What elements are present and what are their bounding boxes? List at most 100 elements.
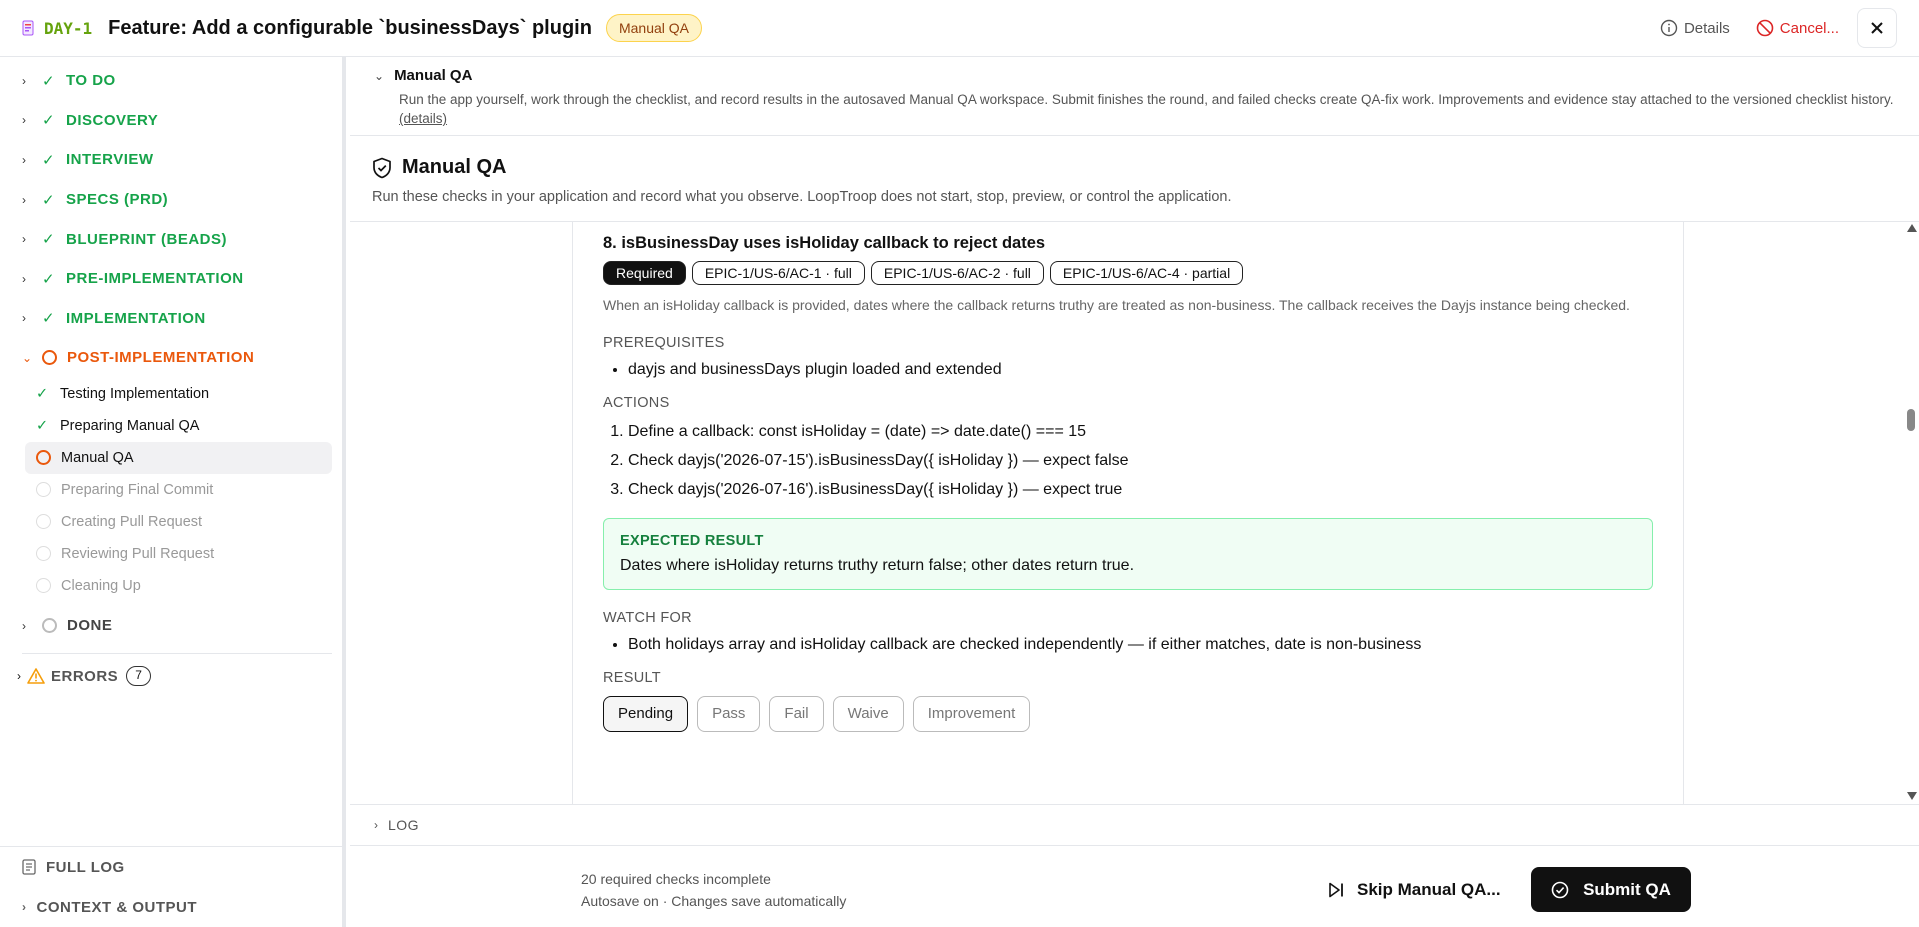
check-icon: ✓ <box>42 72 55 90</box>
chevron-right-icon: › <box>22 618 26 633</box>
chevron-down-icon: ⌄ <box>22 350 33 365</box>
phase-pre-implementation[interactable]: › ✓ PRE-IMPLEMENTATION <box>0 259 342 299</box>
check-icon: ✓ <box>36 385 49 402</box>
phase-todo[interactable]: › ✓ TO DO <box>0 61 342 101</box>
substep-label: Reviewing Pull Request <box>61 545 215 562</box>
list-item: Check dayjs('2026-07-15').isBusinessDay(… <box>628 446 1653 475</box>
check-icon: ✓ <box>42 112 55 130</box>
chevron-right-icon: › <box>22 192 26 207</box>
warning-icon <box>27 668 45 685</box>
result-improvement-button[interactable]: Improvement <box>912 696 1031 732</box>
skip-icon <box>1329 882 1343 898</box>
log-label: LOG <box>388 817 420 833</box>
phase-implementation[interactable]: › ✓ IMPLEMENTATION <box>0 299 342 339</box>
check-icon: ✓ <box>42 231 55 249</box>
phase-discovery[interactable]: › ✓ DISCOVERY <box>0 101 342 141</box>
expected-label: EXPECTED RESULT <box>620 533 764 549</box>
substep-reviewing-pr[interactable]: Reviewing Pull Request <box>25 538 332 570</box>
substep-final-commit[interactable]: Preparing Final Commit <box>25 474 332 506</box>
chevron-right-icon: › <box>22 311 26 326</box>
sidebar-bottom: FULL LOG › CONTEXT & OUTPUT <box>0 846 342 927</box>
chevron-right-icon: › <box>374 818 378 832</box>
log-toggle[interactable]: › LOG <box>350 804 1919 846</box>
watch-for-list: Both holidays array and isHoliday callba… <box>603 634 1653 656</box>
phase-post-implementation[interactable]: ⌄ POST-IMPLEMENTATION <box>0 338 342 378</box>
result-pending-button[interactable]: Pending <box>603 696 689 732</box>
substep-cleaning-up[interactable]: Cleaning Up <box>25 570 332 602</box>
scrollbar[interactable] <box>1905 222 1919 804</box>
actions-list: Define a callback: const isHoliday = (da… <box>603 417 1653 504</box>
actions-label: ACTIONS <box>603 395 670 411</box>
substep-pull-request[interactable]: Creating Pull Request <box>25 506 332 538</box>
context-output-button[interactable]: › CONTEXT & OUTPUT <box>0 887 342 927</box>
check-description: When an isHoliday callback is provided, … <box>603 297 1630 313</box>
substep-label: Manual QA <box>61 449 134 466</box>
phase-label: BLUEPRINT (BEADS) <box>66 230 227 248</box>
watch-for-label: WATCH FOR <box>603 610 692 626</box>
details-button[interactable]: Details <box>1660 19 1730 37</box>
phase-done[interactable]: › DONE <box>0 606 342 646</box>
submit-qa-button[interactable]: Submit QA <box>1531 867 1691 912</box>
qa-info-description: Run the app yourself, work through the c… <box>399 90 1919 128</box>
phase-specs[interactable]: › ✓ SPECS (PRD) <box>0 180 342 220</box>
scroll-up-arrow[interactable] <box>1907 224 1917 232</box>
errors-section[interactable]: › ERRORS 7 <box>0 654 342 698</box>
close-button[interactable] <box>1857 8 1897 48</box>
phase-label: INTERVIEW <box>66 151 154 169</box>
result-label: RESULT <box>603 670 661 686</box>
phase-label: PRE-IMPLEMENTATION <box>66 270 244 288</box>
cancel-button[interactable]: Cancel... <box>1756 19 1839 37</box>
substep-manual-qa[interactable]: Manual QA <box>25 441 332 474</box>
details-label: Details <box>1683 19 1730 37</box>
chevron-right-icon: › <box>22 73 26 88</box>
ticket-icon <box>22 20 34 36</box>
qa-section-header: Manual QA Run these checks in your appli… <box>350 136 1919 222</box>
pending-icon <box>36 482 51 498</box>
in-progress-icon <box>42 350 57 366</box>
full-log-label: FULL LOG <box>46 858 125 876</box>
substep-testing[interactable]: ✓ Testing Implementation <box>25 378 332 410</box>
chevron-right-icon: › <box>22 232 26 247</box>
chevron-down-icon: ⌄ <box>374 68 385 83</box>
in-progress-icon <box>36 450 51 466</box>
phase-label: IMPLEMENTATION <box>66 309 206 327</box>
phase-blueprint[interactable]: › ✓ BLUEPRINT (BEADS) <box>0 219 342 259</box>
check-title: 8. isBusinessDay uses isHoliday callback… <box>603 234 1046 252</box>
phase-interview[interactable]: › ✓ INTERVIEW <box>0 140 342 180</box>
skip-manual-qa-button[interactable]: Skip Manual QA... <box>1327 870 1501 910</box>
check-icon: ✓ <box>36 417 49 434</box>
scrollbar-thumb[interactable] <box>1907 409 1915 431</box>
chevron-right-icon: › <box>22 113 26 128</box>
errors-count-badge: 7 <box>126 666 151 687</box>
substep-preparing-qa[interactable]: ✓ Preparing Manual QA <box>25 410 332 442</box>
list-item: Define a callback: const isHoliday = (da… <box>628 417 1653 446</box>
chevron-right-icon: › <box>22 152 26 167</box>
details-link[interactable]: (details) <box>399 111 447 126</box>
shield-check-icon <box>373 157 391 178</box>
scroll-down-arrow[interactable] <box>1907 792 1917 800</box>
list-item: Check dayjs('2026-07-16').isBusinessDay(… <box>628 475 1653 504</box>
checklist-scroll-area[interactable]: 8. isBusinessDay uses isHoliday callback… <box>350 222 1919 804</box>
result-waive-button[interactable]: Waive <box>832 696 904 732</box>
prerequisites-list: dayjs and businessDays plugin loaded and… <box>603 359 1653 381</box>
check-icon: ✓ <box>42 151 55 169</box>
result-pass-button[interactable]: Pass <box>697 696 761 732</box>
page-title: Feature: Add a configurable `businessDay… <box>108 16 592 39</box>
cancel-label: Cancel... <box>1779 19 1839 37</box>
footer-status: 20 required checks incomplete Autosave o… <box>581 868 846 912</box>
info-icon <box>1660 19 1678 37</box>
check-icon: ✓ <box>42 310 55 328</box>
qa-info-header: ⌄ Manual QA Run the app yourself, work t… <box>350 57 1919 136</box>
substep-label: Preparing Final Commit <box>61 481 214 498</box>
result-fail-button[interactable]: Fail <box>769 696 824 732</box>
qa-section-subtitle: Run these checks in your application and… <box>372 189 1232 205</box>
result-options: Pending Pass Fail Waive Improvement <box>603 696 1653 732</box>
qa-info-toggle[interactable]: ⌄ Manual QA <box>374 67 1919 84</box>
check-circle-icon <box>1551 881 1569 898</box>
full-log-button[interactable]: FULL LOG <box>0 847 342 887</box>
qa-section-title: Manual QA <box>402 156 507 178</box>
prerequisites-label: PREREQUISITES <box>603 335 725 351</box>
submit-label: Submit QA <box>1583 879 1671 899</box>
autosave-status: Autosave on · Changes save automatically <box>581 893 847 909</box>
main-panel: ⌄ Manual QA Run the app yourself, work t… <box>350 57 1919 927</box>
